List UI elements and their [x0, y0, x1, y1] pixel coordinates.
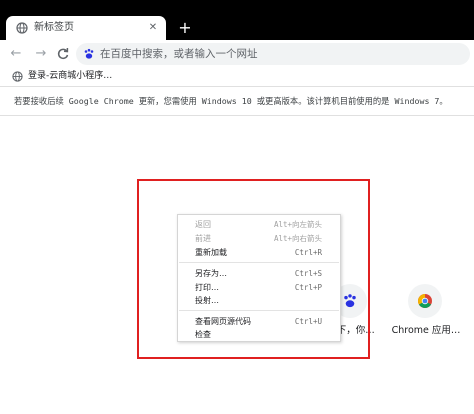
menu-item-shortcut: Ctrl+S [294, 269, 322, 278]
update-infobar: 若要接收后续 Google Chrome 更新，您需使用 Windows 10 … [0, 86, 474, 116]
globe-icon [16, 22, 28, 34]
bookmark-item-label[interactable]: 登录-云商城小程序… [28, 70, 112, 83]
menu-separator [179, 262, 339, 263]
menu-item-label: 投射… [195, 296, 219, 305]
shortcut-icon-circle [408, 284, 442, 318]
menu-item-print[interactable]: 打印… Ctrl+P [178, 282, 340, 293]
menu-item-back[interactable]: 返回 Alt+向左箭头 [178, 219, 340, 230]
menu-item-label: 另存为… [195, 269, 227, 278]
globe-icon [12, 71, 23, 82]
tab-title: 新标签页 [34, 22, 74, 33]
bookmarks-bar: 登录-云商城小程序… [0, 68, 474, 86]
back-button[interactable]: ← [8, 46, 24, 62]
reload-button[interactable] [55, 46, 71, 62]
menu-item-reload[interactable]: 重新加载 Ctrl+R [178, 247, 340, 258]
menu-item-label: 检查 [195, 330, 211, 339]
menu-item-shortcut: Alt+向左箭头 [273, 220, 322, 229]
menu-item-label: 返回 [195, 220, 211, 229]
chrome-logo-icon [418, 294, 432, 308]
menu-item-shortcut: Ctrl+U [294, 317, 322, 326]
tab-new-tab[interactable]: 新标签页 ✕ [6, 16, 166, 40]
tab-strip: 新标签页 ✕ + [0, 0, 474, 40]
forward-button[interactable]: → [33, 46, 49, 62]
menu-item-label: 查看网页源代码 [195, 317, 251, 326]
menu-item-label: 重新加载 [195, 248, 227, 257]
menu-item-shortcut: Alt+向右箭头 [273, 234, 322, 243]
baidu-paw-icon [84, 48, 94, 59]
menu-item-view-source[interactable]: 查看网页源代码 Ctrl+U [178, 316, 340, 327]
menu-item-label: 打印… [195, 283, 219, 292]
new-tab-button[interactable]: + [176, 20, 194, 38]
menu-item-label: 前进 [195, 234, 211, 243]
shortcut-tile-chrome-apps[interactable]: Chrome 应用… [390, 280, 462, 350]
menu-separator [179, 310, 339, 311]
menu-item-shortcut: Ctrl+R [294, 248, 322, 257]
menu-item-shortcut: Ctrl+P [294, 283, 322, 292]
menu-item-inspect[interactable]: 检查 [178, 329, 340, 340]
menu-item-forward[interactable]: 前进 Alt+向右箭头 [178, 233, 340, 244]
menu-item-cast[interactable]: 投射… [178, 295, 340, 306]
browser-toolbar: ← → 在百度中搜索，或者输入一个网址 [0, 40, 474, 68]
address-bar[interactable]: 在百度中搜索，或者输入一个网址 [76, 43, 470, 65]
address-bar-placeholder: 在百度中搜索，或者输入一个网址 [100, 48, 258, 60]
infobar-message: 若要接收后续 Google Chrome 更新，您需使用 Windows 10 … [14, 96, 448, 106]
context-menu: 返回 Alt+向左箭头 前进 Alt+向右箭头 重新加载 Ctrl+R 另存为…… [177, 214, 341, 342]
reload-icon [57, 48, 69, 60]
menu-item-save-as[interactable]: 另存为… Ctrl+S [178, 268, 340, 279]
shortcut-label: Chrome 应用… [391, 325, 461, 336]
close-icon[interactable]: ✕ [146, 20, 160, 36]
